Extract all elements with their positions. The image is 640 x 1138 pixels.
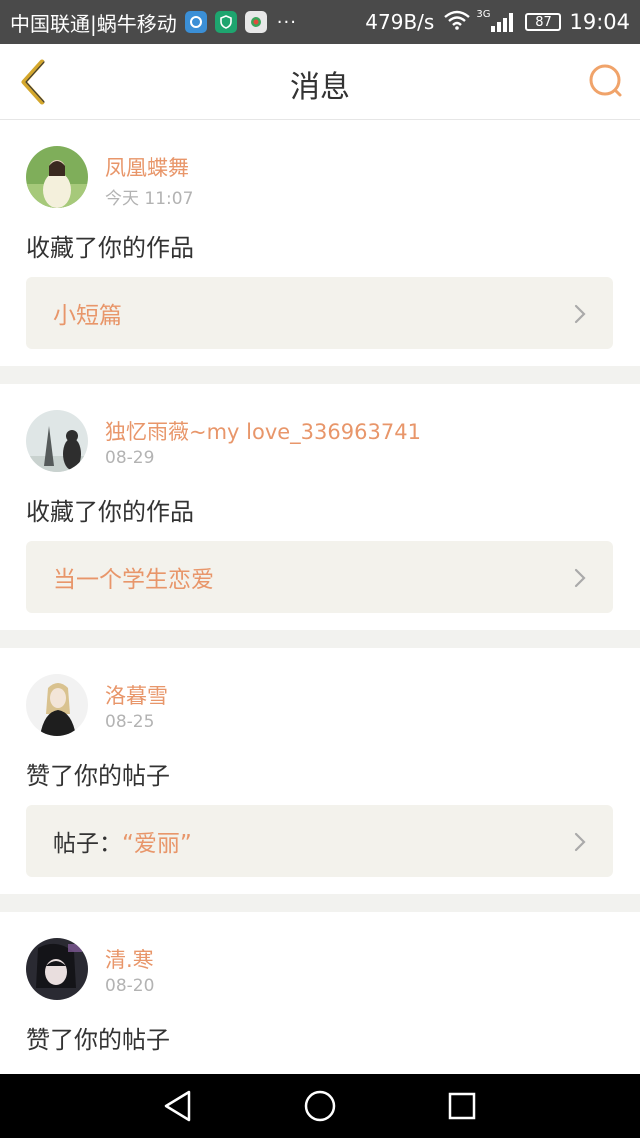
action-text: 赞了你的帖子 [26,1026,170,1054]
net-speed: 479B/s [365,10,435,34]
post-link[interactable]: 帖子： “爱丽” [26,805,613,877]
nav-back-button[interactable] [107,1074,249,1138]
action-text: 收藏了你的作品 [26,234,194,262]
username-link[interactable]: 凤凰蝶舞 [105,152,189,182]
chevron-right-icon [574,304,586,324]
search-icon [589,64,622,97]
avatar[interactable] [26,410,88,472]
notification-icons: ··· [184,11,297,33]
username-link[interactable]: 洛暮雪 [105,680,168,710]
nav-home-icon [304,1090,336,1122]
message-list: 凤凰蝶舞 今天 11:07 收藏了你的作品 小短篇 独忆雨薇~my love_3… [0,120,640,1130]
nav-recents-button[interactable] [391,1074,533,1138]
shield-icon [214,11,237,33]
action-text: 赞了你的帖子 [26,762,170,790]
message-card: 凤凰蝶舞 今天 11:07 收藏了你的作品 小短篇 [0,120,640,366]
username-link[interactable]: 独忆雨薇~my love_336963741 [105,416,421,446]
carrier-label: 中国联通|蜗牛移动 [10,11,177,36]
work-link[interactable]: 当一个学生恋爱 [26,541,613,613]
message-time: 今天 11:07 [105,189,194,209]
search-button[interactable] [586,62,626,102]
action-text: 收藏了你的作品 [26,498,194,526]
more-notifications-indicator: ··· [276,11,297,33]
message-time: 08-29 [105,448,155,468]
clock: 19:04 [569,10,630,34]
signal-icon [491,12,515,32]
wifi-icon [444,10,471,35]
chevron-right-icon [574,568,586,588]
target-title: 当一个学生恋爱 [53,567,214,593]
nav-back-icon [164,1090,191,1122]
nav-home-button[interactable] [249,1074,391,1138]
message-time: 08-20 [105,976,155,996]
avatar[interactable] [26,938,88,1000]
username-link[interactable]: 清.寒 [105,944,154,974]
app-header: 消息 [0,44,640,120]
battery-level: 87 [535,14,552,30]
status-bar: 中国联通|蜗牛移动 ··· 479B/s 3G 87 19:04 [0,0,640,44]
page-title: 消息 [290,70,350,105]
work-link[interactable]: 小短篇 [26,277,613,349]
chevron-right-icon [574,832,586,852]
target-title: 小短篇 [53,303,122,329]
app-notification-icon [184,11,207,33]
app-notification-icon [244,11,267,33]
app-root: 中国联通|蜗牛移动 ··· 479B/s 3G 87 19:04 消息 凤凰蝶舞… [0,0,640,1138]
system-nav-bar [0,1074,640,1138]
message-card: 洛暮雪 08-25 赞了你的帖子 帖子： “爱丽” [0,648,640,894]
avatar[interactable] [26,146,88,208]
status-right: 479B/s 3G 87 19:04 [365,8,630,35]
avatar[interactable] [26,674,88,736]
network-type: 3G [476,8,491,20]
target-title: “爱丽” [122,831,192,857]
target-prefix: 帖子： [53,831,122,857]
battery-icon: 87 [525,13,562,31]
message-card: 独忆雨薇~my love_336963741 08-29 收藏了你的作品 当一个… [0,384,640,630]
message-time: 08-25 [105,712,155,732]
nav-recents-icon [448,1092,476,1120]
